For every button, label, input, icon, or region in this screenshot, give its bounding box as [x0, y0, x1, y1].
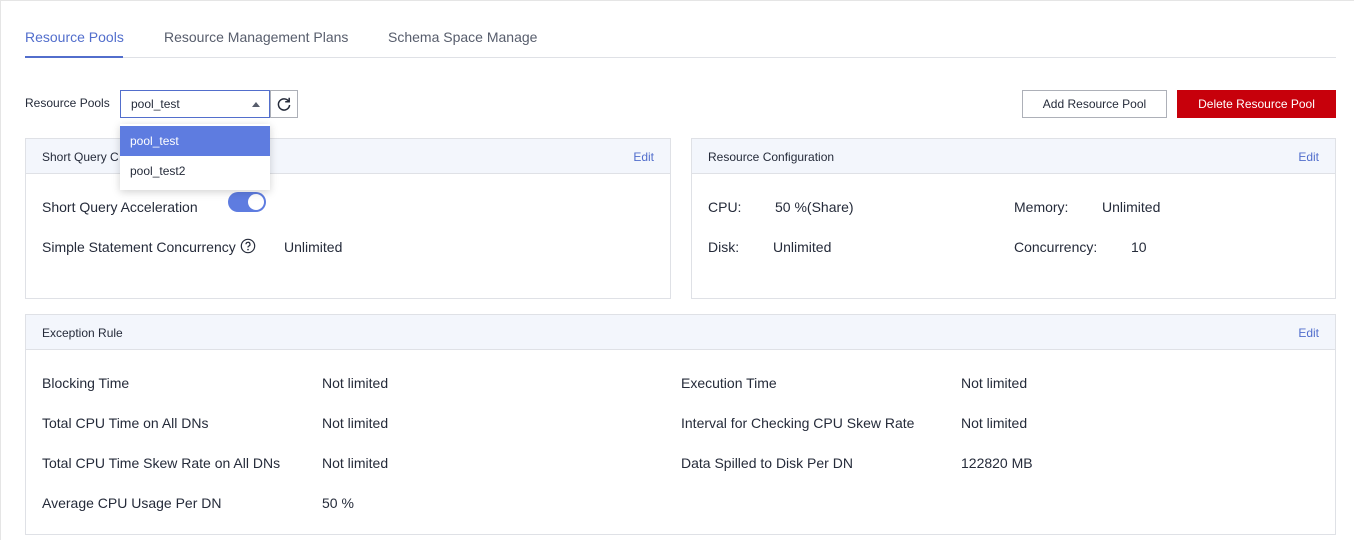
refresh-icon — [277, 97, 291, 111]
total-cpu-time-label: Total CPU Time on All DNs — [42, 415, 209, 431]
tab-resource-pools[interactable]: Resource Pools — [25, 29, 124, 45]
blocking-time-label: Blocking Time — [42, 375, 130, 391]
tab-schema-space-manage[interactable]: Schema Space Manage — [388, 29, 537, 45]
toggle-knob — [248, 194, 264, 210]
cpu-time-skew-rate-label: Total CPU Time Skew Rate on All DNs — [42, 455, 281, 471]
resource-pool-select[interactable]: pool_test — [120, 90, 270, 118]
exception-rule-panel: Exception Rule Edit Blocking Time Not li… — [25, 314, 1336, 535]
active-tab-indicator — [25, 56, 123, 58]
exception-rule-edit-link[interactable]: Edit — [1298, 326, 1319, 340]
disk-value: Unlimited — [773, 239, 832, 255]
frame-border-left — [0, 0, 1, 540]
resource-pools-label: Resource Pools — [25, 96, 110, 110]
cpu-skew-check-interval-value: Not limited — [961, 415, 1028, 431]
cpu-label: CPU: — [708, 199, 742, 215]
resource-configuration-title: Resource Configuration — [708, 150, 835, 164]
resource-configuration-panel: Resource Configuration Edit CPU: 50 %(Sh… — [691, 138, 1336, 299]
total-cpu-time-value: Not limited — [322, 415, 389, 431]
concurrency-label: Concurrency: — [1014, 239, 1098, 255]
cpu-time-skew-rate-value: Not limited — [322, 455, 389, 471]
tab-resource-management-plans[interactable]: Resource Management Plans — [164, 29, 348, 45]
resource-pool-select-value: pool_test — [131, 97, 180, 111]
resource-configuration-panel-header: Resource Configuration Edit — [692, 139, 1335, 174]
dropdown-option-pool-test[interactable]: pool_test — [120, 126, 270, 156]
disk-label: Disk: — [708, 239, 740, 255]
help-icon[interactable] — [240, 238, 256, 254]
execution-time-label: Execution Time — [681, 375, 777, 391]
cpu-value: 50 %(Share) — [775, 199, 854, 215]
refresh-button[interactable] — [270, 90, 298, 118]
exception-rule-panel-header: Exception Rule Edit — [26, 315, 1335, 350]
blocking-time-value: Not limited — [322, 375, 389, 391]
concurrency-value: 10 — [1131, 239, 1147, 255]
memory-value: Unlimited — [1102, 199, 1161, 215]
dropdown-option-pool-test2[interactable]: pool_test2 — [120, 156, 270, 186]
delete-resource-pool-button[interactable]: Delete Resource Pool — [1177, 90, 1336, 118]
data-spilled-value: 122820 MB — [961, 455, 1033, 471]
resource-pool-dropdown: pool_test pool_test2 — [120, 124, 270, 190]
add-resource-pool-button[interactable]: Add Resource Pool — [1022, 90, 1167, 118]
caret-up-icon — [252, 102, 260, 107]
memory-label: Memory: — [1014, 199, 1069, 215]
average-cpu-usage-label: Average CPU Usage Per DN — [42, 495, 222, 511]
simple-statement-concurrency-value: Unlimited — [284, 239, 343, 255]
short-query-acceleration-label: Short Query Acceleration — [42, 199, 198, 215]
exception-rule-title: Exception Rule — [42, 326, 123, 340]
execution-time-value: Not limited — [961, 375, 1028, 391]
data-spilled-label: Data Spilled to Disk Per DN — [681, 455, 853, 471]
resource-configuration-edit-link[interactable]: Edit — [1298, 150, 1319, 164]
average-cpu-usage-value: 50 % — [322, 495, 354, 511]
tab-bar: Resource Pools Resource Management Plans… — [25, 0, 1336, 58]
cpu-skew-check-interval-label: Interval for Checking CPU Skew Rate — [681, 415, 915, 431]
simple-statement-concurrency-label: Simple Statement Concurrency — [42, 239, 236, 255]
short-query-panel-title: Short Query C — [42, 150, 119, 164]
short-query-edit-link[interactable]: Edit — [633, 150, 654, 164]
short-query-acceleration-toggle[interactable] — [228, 192, 266, 212]
